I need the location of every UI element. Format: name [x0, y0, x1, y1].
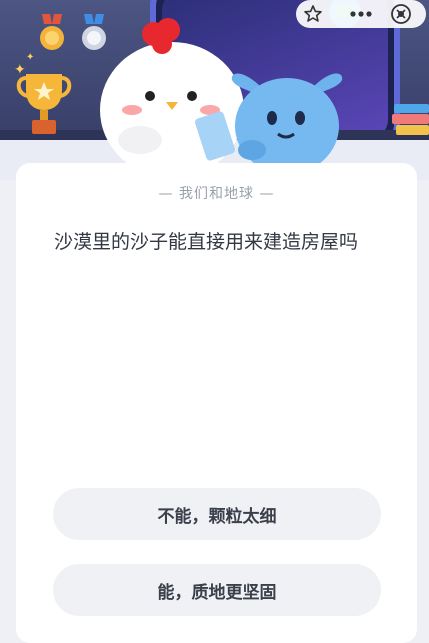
- close-button[interactable]: [384, 0, 418, 28]
- capsule-menu: [296, 0, 426, 28]
- star-outline-icon: [304, 5, 322, 22]
- trophy-icon: [16, 74, 72, 134]
- question-card: — 我们和地球 — 沙漠里的沙子能直接用来建造房屋吗 不能，颗粒太细 能，质地更…: [16, 163, 417, 643]
- answer-option-1[interactable]: 不能，颗粒太细: [53, 488, 381, 540]
- answer-option-label: 能，质地更坚固: [157, 582, 277, 603]
- alien-mascot: [231, 73, 343, 168]
- answer-option-label: 不能，颗粒太细: [157, 506, 277, 527]
- close-circle-icon: [391, 4, 411, 24]
- topic-label: — 我们和地球 —: [158, 186, 275, 202]
- favorite-button[interactable]: [296, 0, 330, 28]
- gold-medal-icon: [40, 14, 64, 50]
- question-text: 沙漠里的沙子能直接用来建造房屋吗: [54, 231, 359, 253]
- books-icon: [392, 104, 429, 135]
- more-dots-icon: [350, 11, 372, 17]
- answer-option-2[interactable]: 能，质地更坚固: [53, 564, 381, 616]
- more-button[interactable]: [344, 0, 378, 28]
